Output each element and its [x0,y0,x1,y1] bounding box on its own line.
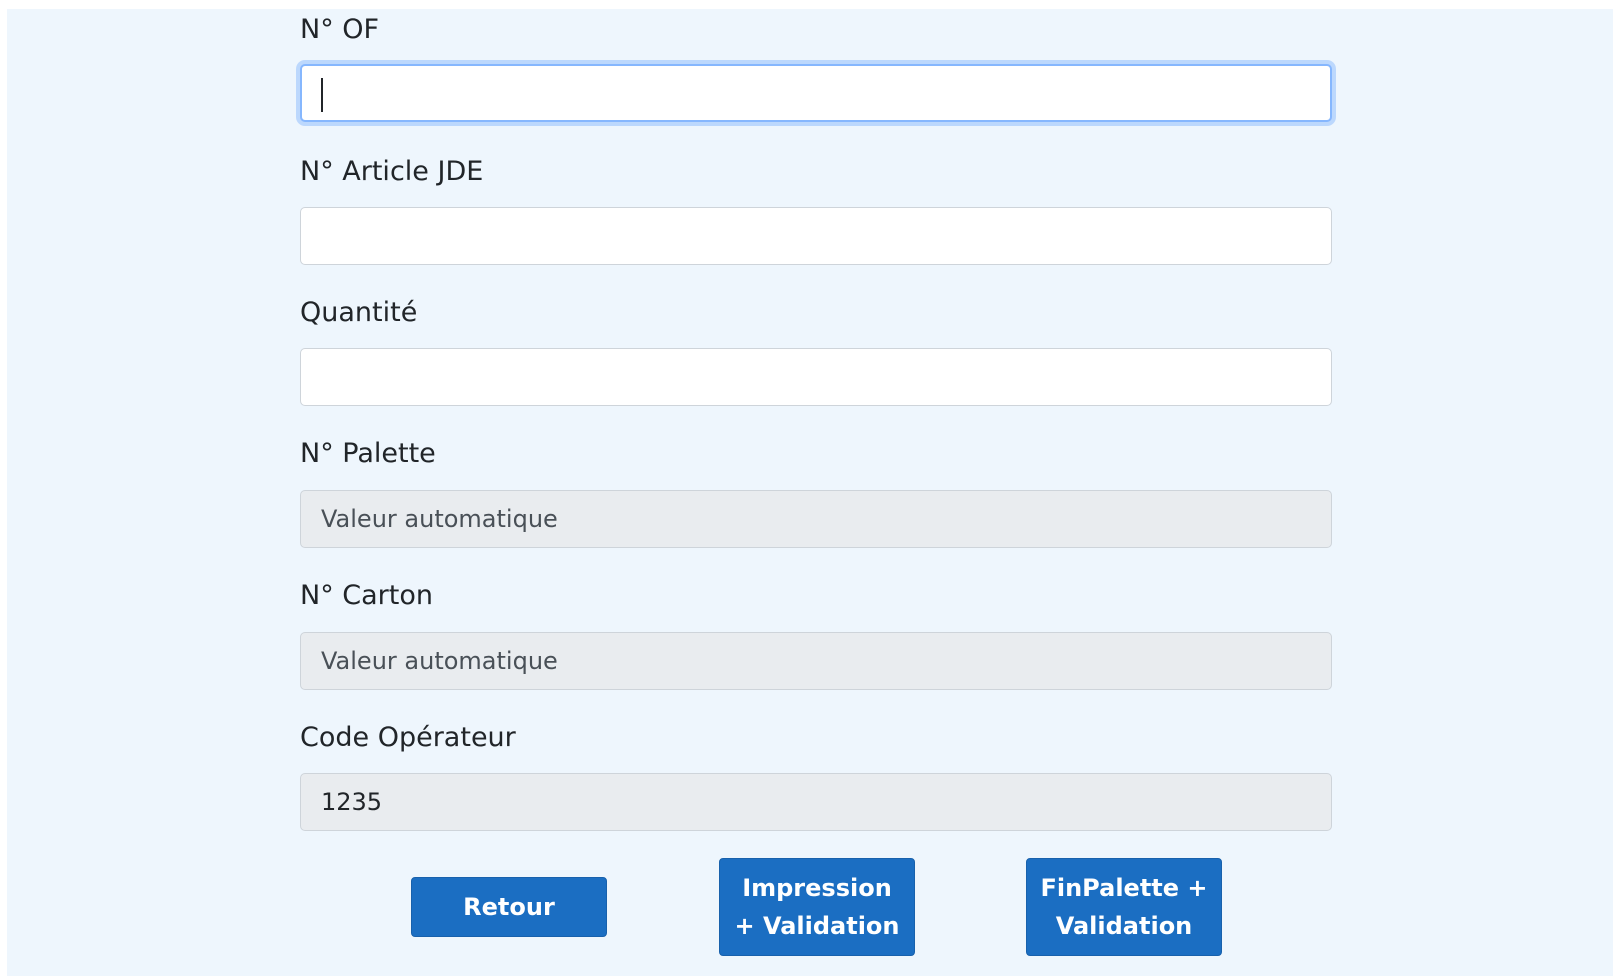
back-button[interactable]: Retour [411,877,607,937]
quantity-label: Quantité [300,297,418,328]
of-number-label: N° OF [300,14,380,45]
article-jde-label: N° Article JDE [300,156,484,187]
article-jde-input[interactable] [300,207,1332,265]
print-validate-button-label: Impression + Validation [734,874,900,940]
of-number-input[interactable] [300,64,1332,122]
operator-code-label: Code Opérateur [300,722,516,753]
pallet-number-label: N° Palette [300,438,436,469]
quantity-input[interactable] [300,348,1332,406]
operator-code-input [300,773,1332,831]
carton-number-input [300,632,1332,690]
print-validate-button[interactable]: Impression + Validation [719,858,915,956]
end-pallet-validate-button-label: FinPalette + Validation [1040,874,1208,940]
carton-number-label: N° Carton [300,580,433,611]
pallet-number-input [300,490,1332,548]
back-button-label: Retour [463,893,555,921]
end-pallet-validate-button[interactable]: FinPalette + Validation [1026,858,1222,956]
text-cursor [321,78,323,112]
